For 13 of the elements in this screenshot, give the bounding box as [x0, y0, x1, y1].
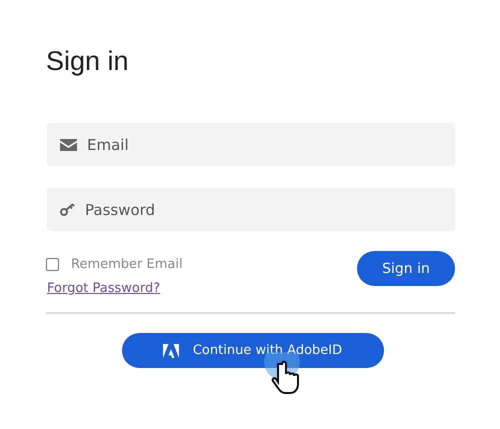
sign-in-button[interactable]: Sign in — [357, 251, 455, 286]
password-input[interactable]: Password — [83, 200, 455, 220]
forgot-password-link[interactable]: Forgot Password? — [47, 281, 183, 296]
key-icon — [60, 203, 75, 216]
page-title: Sign in — [46, 46, 130, 77]
email-input[interactable]: Email — [85, 134, 455, 154]
checkbox-label: Remember Email — [71, 257, 183, 272]
password-field[interactable]: Password — [47, 188, 455, 231]
email-field[interactable]: Email — [47, 123, 455, 166]
checkbox[interactable] — [46, 258, 59, 271]
logo-icon — [162, 344, 179, 358]
envelope-icon — [60, 138, 77, 150]
adobe-id-button[interactable]: Continue with AdobeID — [122, 333, 384, 368]
